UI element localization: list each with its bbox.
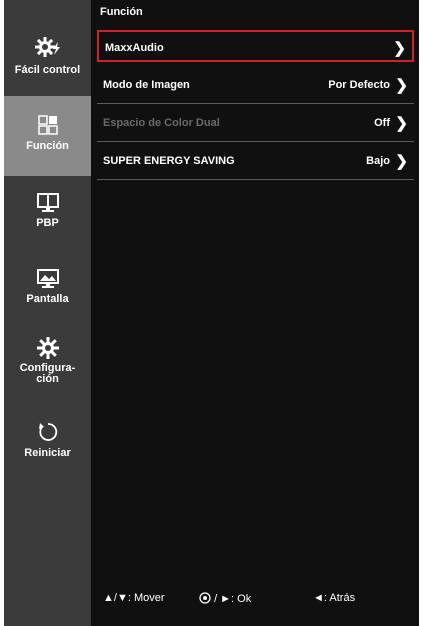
row-divider: [97, 179, 414, 180]
row-label: MaxxAudio: [105, 42, 164, 54]
row-label: Modo de Imagen: [103, 79, 190, 91]
sidebar-item-pantalla[interactable]: Pantalla: [4, 268, 91, 318]
ok-circle-icon: [199, 592, 211, 604]
sidebar-item-pbp[interactable]: PBP: [4, 192, 91, 242]
row-value: Bajo: [366, 155, 390, 167]
panel-title: Función: [100, 6, 143, 18]
function-panel: Función MaxxAudio ❯ Modo de Imagen Por D…: [91, 0, 419, 626]
sidebar-item-reiniciar[interactable]: Reiniciar: [4, 420, 91, 470]
chevron-right-icon: ❯: [393, 40, 406, 57]
sidebar-item-funcion[interactable]: Función: [4, 96, 91, 176]
row-espacio-de-color-dual: Espacio de Color Dual Off ❯: [97, 107, 414, 139]
sidebar-item-configuracion[interactable]: Configura- ción: [4, 336, 91, 398]
sidebar: Fácil control Función PBP Pantalla Confi…: [4, 0, 91, 626]
sidebar-item-facil-control[interactable]: Fácil control: [4, 36, 91, 96]
row-maxxaudio[interactable]: MaxxAudio ❯: [97, 30, 414, 62]
footer-back-hint: ◄: Atrás: [313, 592, 356, 604]
osd-menu: Fácil control Función PBP Pantalla Confi…: [0, 0, 423, 626]
gear-icon: [36, 337, 59, 359]
chevron-right-icon: ❯: [395, 77, 408, 94]
chevron-right-icon: ❯: [395, 115, 408, 132]
row-divider: [97, 141, 414, 142]
footer-move-hint: ▲/▼: Mover: [103, 592, 165, 604]
row-super-energy-saving[interactable]: SUPER ENERGY SAVING Bajo ❯: [97, 145, 414, 177]
footer-ok-label: / ►: Ok: [214, 593, 252, 605]
reset-icon: [38, 423, 57, 441]
sidebar-item-label: Pantalla: [26, 293, 69, 305]
screen-image-icon: [36, 269, 59, 288]
function-grid-icon: [37, 115, 58, 135]
row-value: Off: [374, 117, 390, 129]
sidebar-item-label: PBP: [36, 217, 59, 229]
row-divider: [97, 103, 414, 104]
row-label: SUPER ENERGY SAVING: [103, 155, 235, 167]
footer-ok-hint: / ►: Ok: [199, 592, 251, 605]
pbp-monitor-icon: [36, 193, 59, 212]
sidebar-item-label: Función: [26, 140, 69, 152]
sidebar-item-label: Reiniciar: [24, 447, 71, 459]
chevron-right-icon: ❯: [395, 153, 408, 170]
row-modo-de-imagen[interactable]: Modo de Imagen Por Defecto ❯: [97, 69, 414, 101]
row-value: Por Defecto: [328, 79, 390, 91]
gear-bolt-icon: [34, 37, 60, 57]
row-label: Espacio de Color Dual: [103, 117, 220, 129]
sidebar-item-label: Configura- ción: [19, 362, 76, 385]
sidebar-item-label: Fácil control: [14, 64, 81, 76]
